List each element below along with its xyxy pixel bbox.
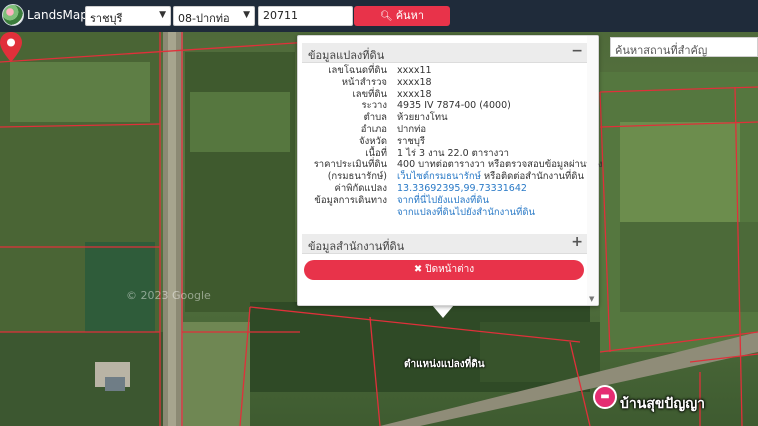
info-row: เลขโฉนดที่ดิน xxxx11 [302, 65, 587, 77]
section-title: ข้อมูลสำนักงานที่ดิน [308, 240, 405, 253]
info-label: อำเภอ [360, 123, 387, 135]
scroll-down-arrow-icon[interactable]: ▼ [589, 295, 594, 303]
info-row: อำเภอ ปากท่อ [302, 124, 587, 136]
directions-to-parcel-link[interactable]: จากที่นี่ไปยังแปลงที่ดิน [397, 195, 489, 207]
info-label: (กรมธนารักษ์) [327, 171, 387, 183]
info-row: ราคาประเมินที่ดิน 400 บาทต่อตารางวา หรือ… [302, 159, 603, 171]
info-value: xxxx18 [397, 88, 432, 100]
info-label: เนื้อที่ [365, 147, 387, 159]
info-row: เลขที่ดิน xxxx18 [302, 89, 587, 101]
location-pin-icon[interactable] [0, 32, 22, 62]
logo-icon[interactable] [2, 4, 24, 26]
district-select-value: 08-ปากท่อ [178, 12, 230, 25]
place-search-input[interactable]: ค้นหาสถานที่สำคัญ [610, 37, 758, 57]
info-value-suffix: หรือติดต่อสำนักงานที่ดิน [480, 171, 584, 183]
province-select[interactable]: ราชบุรี ▼ [85, 6, 171, 26]
parcel-info-popup: ข้อมูลแปลงที่ดิน − เลขโฉนดที่ดิน xxxx11 … [297, 35, 603, 306]
collapse-icon[interactable]: − [571, 43, 583, 59]
info-label: เลขโฉนดที่ดิน [328, 65, 387, 76]
close-icon: ✖ [413, 264, 423, 275]
info-value: 4935 IV 7874-00 (4000) [397, 100, 511, 112]
info-value: ราชบุรี [397, 135, 426, 147]
expand-icon[interactable]: + [571, 234, 583, 250]
info-value: 1 ไร่ 3 งาน 22.0 ตารางวา [397, 147, 509, 159]
treasury-website-link[interactable]: เว็บไซต์กรมธนารักษ์ [397, 171, 481, 182]
search-button-label: ค้นหา [395, 9, 424, 22]
top-navbar: LandsMaps ราชบุรี ▼ 08-ปากท่อ ▼ 20711 🔍︎… [0, 0, 758, 32]
info-label: ราคาประเมินที่ดิน [313, 159, 387, 171]
close-window-label: ปิดหน้าต่าง [425, 264, 475, 275]
land-office-section-header[interactable]: ข้อมูลสำนักงานที่ดิน + [302, 234, 587, 254]
parcel-info-table: เลขโฉนดที่ดิน xxxx11 หน้าสำรวจ xxxx18 เล… [302, 65, 603, 219]
province-select-value: ราชบุรี [90, 12, 123, 25]
info-label: หน้าสำรวจ [341, 76, 387, 88]
info-row: หน้าสำรวจ xxxx18 [302, 77, 587, 89]
info-label: ตำบล [363, 112, 387, 124]
directions-to-office-link[interactable]: จากแปลงที่ดินไปยังสำนักงานที่ดิน [397, 207, 535, 219]
parcel-info-section-header[interactable]: ข้อมูลแปลงที่ดิน − [302, 43, 587, 63]
info-row: ตำบล ห้วยยางโทน [302, 112, 587, 124]
search-button[interactable]: 🔍︎ ค้นหา [354, 6, 450, 26]
close-window-button[interactable]: ✖ ปิดหน้าต่าง [304, 260, 584, 280]
coordinates-link[interactable]: 13.33692395,99.73331642 [397, 183, 527, 195]
info-value: 400 บาทต่อตารางวา หรือตรวจสอบข้อมูลผ่านท… [397, 159, 603, 171]
info-label: เลขที่ดิน [352, 88, 388, 100]
poi-label[interactable]: บ้านสุขปัญญา [620, 393, 705, 415]
info-row: ค่าพิกัดแปลง 13.33692395,99.73331642 [302, 183, 587, 195]
search-icon: 🔍︎ [379, 11, 393, 22]
poi-marker-icon[interactable]: ▬ [593, 385, 617, 409]
info-value: xxxx18 [397, 76, 432, 88]
popup-scrollbar[interactable] [587, 36, 598, 305]
pin-label: ตำแหน่งแปลงที่ดิน [404, 359, 485, 370]
info-value: xxxx11 [397, 65, 432, 76]
info-value: ปากท่อ [397, 123, 427, 135]
info-row: ระวาง 4935 IV 7874-00 (4000) [302, 100, 587, 112]
map-attribution: © 2023 Google [126, 289, 211, 302]
section-title: ข้อมูลแปลงที่ดิน [308, 49, 385, 62]
info-label: ค่าพิกัดแปลง [334, 182, 388, 194]
parcel-number-input[interactable]: 20711 [258, 6, 353, 26]
info-row: จังหวัด ราชบุรี [302, 136, 587, 148]
popup-pointer [432, 305, 454, 318]
info-row: จากแปลงที่ดินไปยังสำนักงานที่ดิน [302, 207, 587, 219]
info-value: ห้วยยางโทน [397, 112, 448, 124]
district-select[interactable]: 08-ปากท่อ ▼ [173, 6, 255, 26]
info-label: ข้อมูลการเดินทาง [314, 194, 387, 206]
info-row: เนื้อที่ 1 ไร่ 3 งาน 22.0 ตารางวา [302, 148, 587, 160]
info-row: ข้อมูลการเดินทาง จากที่นี่ไปยังแปลงที่ดิ… [302, 195, 587, 207]
info-value: เว็บไซต์กรมธนารักษ์ หรือติดต่อสำนักงานที… [397, 171, 584, 183]
info-label: จังหวัด [359, 135, 387, 147]
info-row: (กรมธนารักษ์) เว็บไซต์กรมธนารักษ์ หรือติ… [302, 171, 587, 183]
info-label: ระวาง [361, 100, 387, 112]
chevron-down-icon: ▼ [159, 10, 166, 20]
chevron-down-icon: ▼ [243, 10, 250, 20]
